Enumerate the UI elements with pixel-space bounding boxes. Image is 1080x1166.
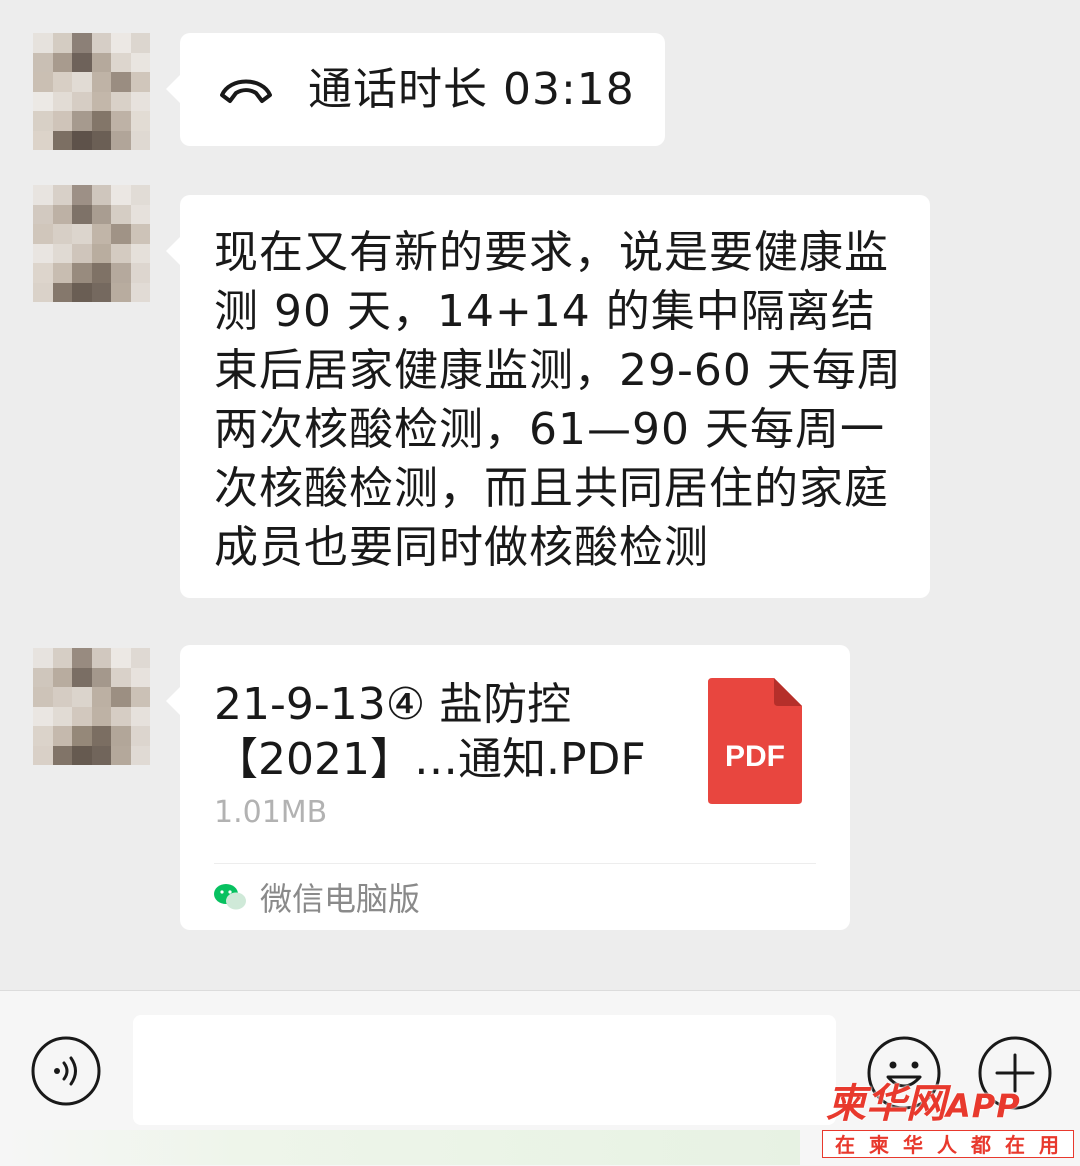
- chat-area: 通话时长 03:18 现在又有新的要求，说是要健康监测 90 天，14+14 的…: [0, 0, 1080, 990]
- file-name-line-2: 【2021】…通知.PDF: [214, 734, 646, 785]
- call-record-bubble[interactable]: 通话时长 03:18: [166, 33, 665, 146]
- divider: [214, 863, 816, 864]
- file-name-line-1: 21-9-13④ 盐防控: [214, 679, 572, 730]
- watermark-subtitle: 在柬华人都在用: [822, 1130, 1074, 1158]
- watermark-brand: 柬华网: [826, 1081, 946, 1127]
- wechat-icon: [214, 884, 246, 910]
- bottom-strip: [0, 1130, 800, 1165]
- message-text: 现在又有新的要求，说是要健康监测 90 天，14+14 的集中隔离结束后居家健康…: [214, 227, 902, 573]
- avatar[interactable]: [33, 33, 150, 150]
- avatar[interactable]: [33, 185, 150, 302]
- avatar[interactable]: [33, 648, 150, 765]
- message-input[interactable]: [133, 1015, 836, 1125]
- file-message-bubble[interactable]: 21-9-13④ 盐防控 【2021】…通知.PDF 1.01MB PDF 微信…: [166, 645, 850, 930]
- text-message-bubble[interactable]: 现在又有新的要求，说是要健康监测 90 天，14+14 的集中隔离结束后居家健康…: [166, 195, 930, 598]
- watermark-app: APP: [946, 1087, 1021, 1125]
- pdf-label: PDF: [725, 740, 785, 773]
- voice-icon[interactable]: [30, 1035, 102, 1107]
- watermark-title: 柬华网APP: [826, 1080, 1021, 1128]
- file-source-text: 微信电脑版: [260, 880, 421, 918]
- phone-handset-icon: [220, 79, 272, 103]
- pdf-file-icon: PDF: [708, 678, 802, 804]
- file-source: 微信电脑版: [212, 877, 421, 918]
- file-name: 21-9-13④ 盐防控 【2021】…通知.PDF: [214, 677, 684, 787]
- file-size: 1.01MB: [214, 795, 328, 830]
- watermark: 柬华网APP 在柬华人都在用: [822, 1080, 1077, 1162]
- call-duration-text: 通话时长 03:18: [308, 64, 635, 115]
